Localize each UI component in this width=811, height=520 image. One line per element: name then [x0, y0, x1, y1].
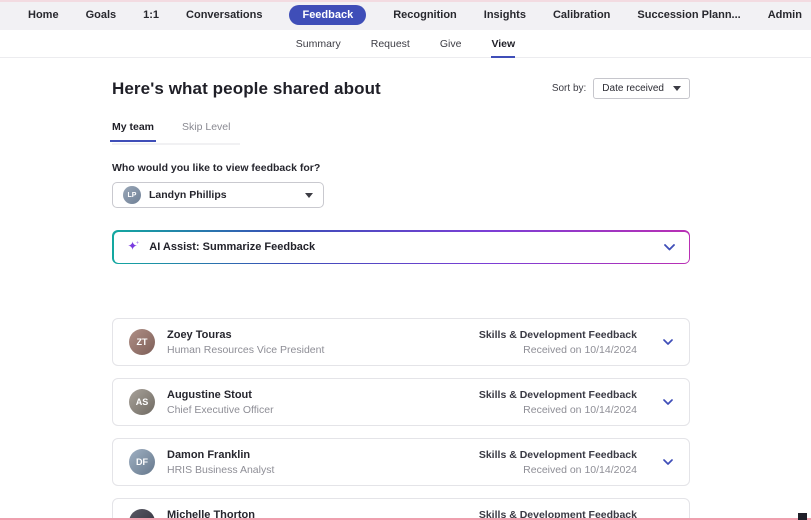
nav-item-goals[interactable]: Goals: [86, 9, 117, 21]
sort-dropdown-value: Date received: [602, 83, 664, 94]
card-feedback-type: Skills & Development Feedback: [479, 329, 637, 341]
chevron-down-icon[interactable]: [664, 244, 675, 251]
nav-item-admin[interactable]: Admin: [768, 9, 802, 21]
chevron-down-icon[interactable]: [663, 399, 673, 405]
nav-item-conversations[interactable]: Conversations: [186, 9, 262, 21]
card-received-date: Received on 10/14/2024: [479, 404, 637, 416]
avatar: AS: [129, 389, 155, 415]
feedback-card-zoey-touras[interactable]: ZT Zoey Touras Human Resources Vice Pres…: [112, 318, 690, 366]
header-row: Here's what people shared about Sort by:…: [112, 78, 690, 99]
subnav-item-summary[interactable]: Summary: [296, 30, 341, 58]
feedback-card-list: ZT Zoey Touras Human Resources Vice Pres…: [112, 318, 690, 520]
chevron-down-icon[interactable]: [663, 459, 673, 465]
ai-assist-label: AI Assist: Summarize Feedback: [149, 241, 641, 253]
ai-sparkle-icon: ✦⁺: [128, 240, 142, 252]
chevron-down-icon: [673, 86, 681, 91]
avatar: LP: [123, 186, 141, 204]
card-person-role: Human Resources Vice President: [167, 344, 324, 356]
card-person-name: Zoey Touras: [167, 329, 324, 341]
nav-item-1on1[interactable]: 1:1: [143, 9, 159, 21]
card-person-role: Chief Executive Officer: [167, 404, 274, 416]
card-received-date: Received on 10/14/2024: [479, 344, 637, 356]
card-meta: Skills & Development Feedback Received o…: [479, 449, 637, 476]
avatar: ZT: [129, 329, 155, 355]
feedback-card-michelle-thorton[interactable]: MT Michelle Thorton Performance Manageme…: [112, 498, 690, 520]
nav-item-insights[interactable]: Insights: [484, 9, 526, 21]
screen-corner-marker: [798, 513, 807, 520]
nav-item-feedback-active[interactable]: Feedback: [289, 5, 366, 25]
feedback-for-question-label: Who would you like to view feedback for?: [112, 162, 690, 174]
card-person-role: HRIS Business Analyst: [167, 464, 274, 476]
tab-my-team-active[interactable]: My team: [112, 121, 154, 138]
ai-assist-panel[interactable]: ✦⁺ AI Assist: Summarize Feedback: [112, 230, 690, 264]
subnav-item-give[interactable]: Give: [440, 30, 462, 58]
card-meta: Skills & Development Feedback Received o…: [479, 329, 637, 356]
sort-controls: Sort by: Date received: [552, 78, 690, 99]
card-received-date: Received on 10/14/2024: [479, 464, 637, 476]
nav-item-recognition[interactable]: Recognition: [393, 9, 457, 21]
card-person-name: Damon Franklin: [167, 449, 274, 461]
screen-share-border-top: [0, 0, 811, 2]
card-meta: Skills & Development Feedback Received o…: [479, 389, 637, 416]
subnav-item-request[interactable]: Request: [371, 30, 410, 58]
team-tabs: My team Skip Level: [112, 121, 262, 138]
feedback-card-augustine-stout[interactable]: AS Augustine Stout Chief Executive Offic…: [112, 378, 690, 426]
top-navigation: Home Goals 1:1 Conversations Feedback Re…: [0, 0, 811, 30]
sort-by-label: Sort by:: [552, 83, 586, 94]
nav-item-home[interactable]: Home: [28, 9, 59, 21]
avatar: DF: [129, 449, 155, 475]
card-person-info: Augustine Stout Chief Executive Officer: [167, 389, 274, 416]
chevron-down-icon[interactable]: [663, 339, 673, 345]
card-feedback-type: Skills & Development Feedback: [479, 449, 637, 461]
nav-item-succession-planning[interactable]: Succession Plann...: [637, 9, 740, 21]
page-title: Here's what people shared about: [112, 79, 381, 99]
chevron-down-icon: [305, 193, 313, 198]
feedback-card-damon-franklin[interactable]: DF Damon Franklin HRIS Business Analyst …: [112, 438, 690, 486]
person-select-value: Landyn Phillips: [149, 189, 297, 201]
card-person-info: Zoey Touras Human Resources Vice Preside…: [167, 329, 324, 356]
main-content: Here's what people shared about Sort by:…: [112, 78, 690, 520]
tab-skip-level[interactable]: Skip Level: [182, 121, 230, 138]
subnav-item-view-active[interactable]: View: [491, 30, 515, 58]
sort-dropdown[interactable]: Date received: [593, 78, 690, 99]
card-person-name: Augustine Stout: [167, 389, 274, 401]
ai-assist-panel-inner: ✦⁺ AI Assist: Summarize Feedback: [114, 232, 689, 263]
person-select-dropdown[interactable]: LP Landyn Phillips: [112, 182, 324, 208]
feedback-sub-navigation: Summary Request Give View: [0, 30, 811, 58]
card-feedback-type: Skills & Development Feedback: [479, 389, 637, 401]
card-person-info: Damon Franklin HRIS Business Analyst: [167, 449, 274, 476]
nav-item-calibration[interactable]: Calibration: [553, 9, 610, 21]
